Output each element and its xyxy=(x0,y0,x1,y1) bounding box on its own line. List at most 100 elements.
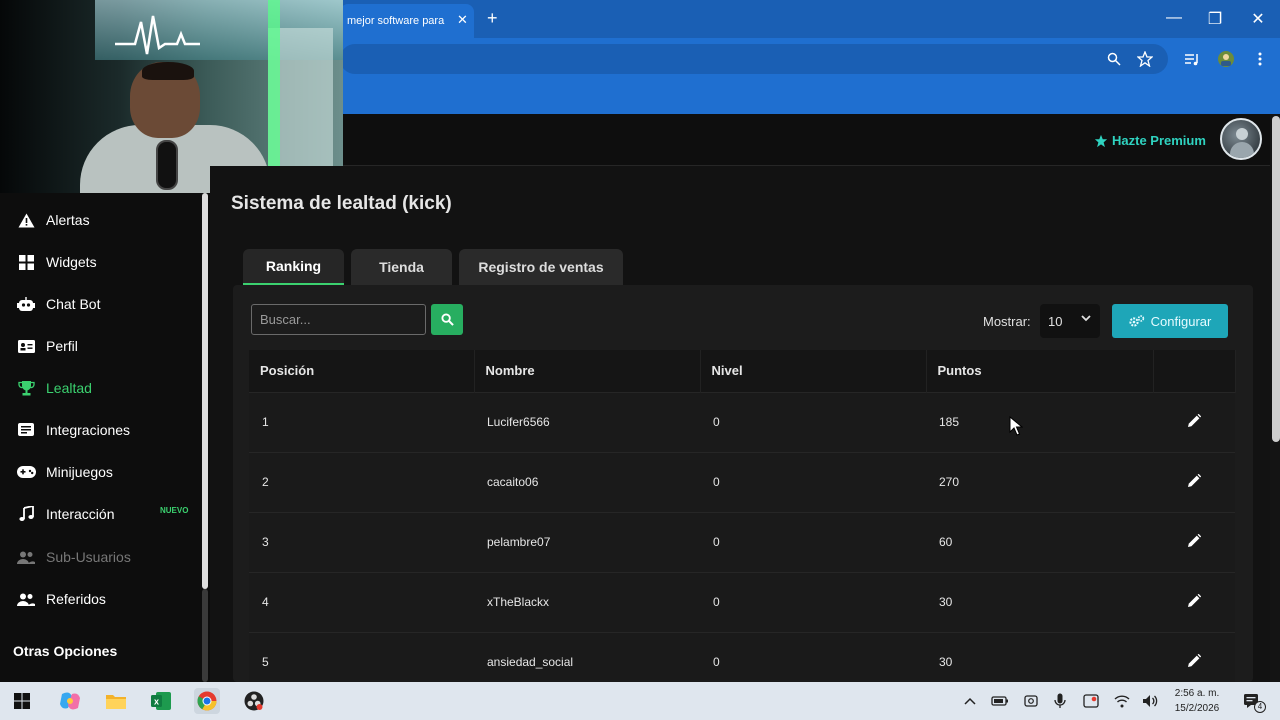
edit-icon[interactable] xyxy=(1187,413,1201,428)
edit-icon[interactable] xyxy=(1187,473,1201,488)
media-control-icon[interactable] xyxy=(1182,49,1202,69)
tab-ranking[interactable]: Ranking xyxy=(243,249,344,285)
configure-button[interactable]: Configurar xyxy=(1112,304,1228,338)
cell-actions xyxy=(1153,451,1235,512)
id-card-icon xyxy=(16,336,36,356)
copilot-icon[interactable] xyxy=(57,688,83,714)
ranking-table: Posición Nombre Nivel Puntos 1 Lucifer65… xyxy=(249,350,1236,692)
edit-icon[interactable] xyxy=(1187,533,1201,548)
cell-position: 4 xyxy=(249,571,474,632)
cell-level: 0 xyxy=(700,511,926,572)
configure-label: Configurar xyxy=(1150,313,1212,329)
sidebar-item-chat-bot[interactable]: Chat Bot xyxy=(0,284,200,324)
zoom-icon[interactable] xyxy=(1104,49,1124,69)
clock-time: 2:56 a. m. xyxy=(1174,688,1220,699)
tab-close-icon[interactable]: ✕ xyxy=(457,12,468,28)
file-explorer-icon[interactable] xyxy=(103,688,129,714)
cell-actions xyxy=(1153,571,1235,632)
webcam-overlay xyxy=(0,0,343,193)
wifi-icon[interactable] xyxy=(1113,692,1131,710)
sidebar-item-integraciones[interactable]: Integraciones xyxy=(0,410,200,450)
microphone-tray-icon[interactable] xyxy=(1051,692,1069,710)
cell-actions xyxy=(1153,511,1235,572)
search-button[interactable] xyxy=(431,304,463,335)
taskbar-clock[interactable]: 2:56 a. m. 15/2/2026 xyxy=(1166,686,1228,716)
svg-text:x: x xyxy=(154,697,159,707)
cell-level: 0 xyxy=(700,571,926,632)
edit-icon[interactable] xyxy=(1187,653,1201,668)
sidebar-item-interaccion[interactable]: Interacción NUEVO xyxy=(0,494,200,534)
cell-position: 3 xyxy=(249,511,474,572)
browser-menu-icon[interactable] xyxy=(1250,49,1270,69)
sidebar-scrollbar-thumb[interactable] xyxy=(202,193,208,589)
window-close-button[interactable]: ✕ xyxy=(1248,9,1268,29)
sidebar-item-referidos[interactable]: Referidos xyxy=(0,579,200,619)
browser-tab[interactable]: mejor software para ✕ xyxy=(340,4,474,38)
cell-level: 0 xyxy=(700,391,926,452)
premium-link[interactable]: Hazte Premium xyxy=(1094,133,1206,148)
new-badge: NUEVO xyxy=(160,506,189,515)
cell-points: 270 xyxy=(926,451,1153,512)
tab-registro-de-ventas[interactable]: Registro de ventas xyxy=(459,249,623,285)
sidebar-item-alertas[interactable]: Alertas xyxy=(0,200,200,240)
search-icon xyxy=(440,313,454,326)
gamepad-icon xyxy=(16,462,36,482)
obs-icon[interactable] xyxy=(241,688,267,714)
table-row: 4 xTheBlackx 0 30 xyxy=(249,571,1235,632)
sidebar-section-heading: Otras Opciones xyxy=(13,643,118,659)
tab-tienda[interactable]: Tienda xyxy=(351,249,452,285)
cell-points: 30 xyxy=(926,571,1153,632)
chrome-icon[interactable] xyxy=(194,688,220,714)
trophy-icon xyxy=(16,378,36,398)
sidebar-item-label: Interacción xyxy=(46,506,115,522)
tray-chevron-up-icon[interactable] xyxy=(961,692,979,710)
sidebar-item-label: Lealtad xyxy=(46,380,92,396)
sidebar-scrollbar-track[interactable] xyxy=(202,589,208,682)
bookmark-star-icon[interactable] xyxy=(1135,49,1155,69)
microphone-icon xyxy=(156,140,178,190)
sidebar-item-minijuegos[interactable]: Minijuegos xyxy=(0,452,200,492)
edit-icon[interactable] xyxy=(1187,593,1201,608)
profile-icon[interactable] xyxy=(1216,49,1236,69)
sidebar-item-label: Integraciones xyxy=(46,422,131,438)
column-header-actions xyxy=(1153,350,1236,392)
new-tab-button[interactable]: + xyxy=(487,8,498,29)
minimize-button[interactable]: — xyxy=(1164,9,1184,27)
notifications-icon[interactable]: 4 xyxy=(1240,692,1266,713)
sidebar-item-widgets[interactable]: Widgets xyxy=(0,242,200,282)
show-entries-select[interactable]: 10 xyxy=(1040,304,1100,338)
search-input[interactable] xyxy=(251,304,426,335)
star-icon xyxy=(1094,134,1108,147)
sidebar-item-sub-usuarios[interactable]: Sub-Usuarios xyxy=(0,537,200,577)
column-header-name[interactable]: Nombre xyxy=(474,350,701,392)
column-header-points[interactable]: Puntos xyxy=(926,350,1154,392)
excel-icon[interactable]: x xyxy=(148,688,174,714)
sidebar-item-label: Referidos xyxy=(46,591,106,607)
table-row: 2 cacaito06 0 270 xyxy=(249,451,1235,512)
sidebar-item-lealtad[interactable]: Lealtad xyxy=(0,368,200,408)
screen-capture-tray-icon[interactable] xyxy=(1082,692,1100,710)
restore-button[interactable]: ❐ xyxy=(1205,9,1225,29)
table-header-row: Posición Nombre Nivel Puntos xyxy=(249,350,1236,392)
battery-tray-icon[interactable] xyxy=(991,692,1009,710)
sidebar-item-label: Alertas xyxy=(46,212,90,228)
cell-name: xTheBlackx xyxy=(474,571,700,632)
column-header-level[interactable]: Nivel xyxy=(700,350,927,392)
user-avatar[interactable] xyxy=(1220,118,1262,160)
volume-icon[interactable] xyxy=(1141,692,1159,710)
integration-icon xyxy=(16,420,36,440)
windows-start-icon[interactable] xyxy=(9,688,35,714)
sidebar-item-label: Widgets xyxy=(46,254,97,270)
meet-now-icon[interactable] xyxy=(1022,692,1040,710)
address-bar[interactable] xyxy=(340,44,1168,74)
table-row: 1 Lucifer6566 0 185 xyxy=(249,391,1235,452)
column-header-position[interactable]: Posición xyxy=(249,350,475,392)
page-scrollbar-thumb[interactable] xyxy=(1272,116,1280,442)
premium-label: Hazte Premium xyxy=(1112,133,1206,148)
sidebar-item-perfil[interactable]: Perfil xyxy=(0,326,200,366)
cell-actions xyxy=(1153,391,1235,452)
clock-date: 15/2/2026 xyxy=(1174,703,1220,714)
cell-name: Lucifer6566 xyxy=(474,391,700,452)
show-entries-label: Mostrar: xyxy=(983,314,1031,329)
page-title: Sistema de lealtad (kick) xyxy=(231,193,452,214)
